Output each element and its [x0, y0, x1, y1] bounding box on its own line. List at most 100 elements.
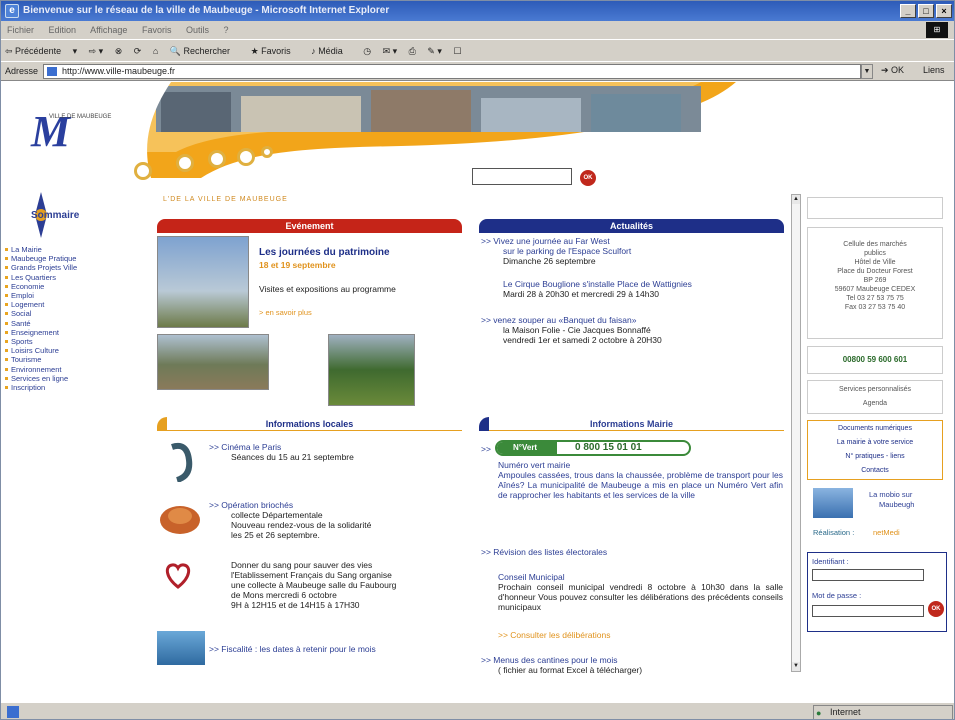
search-button[interactable]: 🔍 Rechercher — [170, 46, 239, 56]
stop-icon[interactable]: ⊗ — [115, 46, 123, 56]
brioches-link[interactable]: >> Opération briochés — [209, 500, 293, 510]
go-button[interactable]: ➔ OK — [881, 65, 904, 76]
address-input[interactable]: http://www.ville-maubeuge.fr — [43, 64, 861, 79]
links-button[interactable]: Liens — [923, 65, 945, 75]
mairie-service-link[interactable]: La mairie à votre service — [808, 438, 942, 447]
mobio-image[interactable] — [813, 488, 853, 518]
login-label: Identifiant : — [812, 557, 849, 566]
contacts-link[interactable]: Contacts — [808, 466, 942, 475]
site-search-ok-button[interactable]: OK — [580, 170, 596, 186]
menu-item[interactable]: Social — [5, 309, 77, 318]
menu-item[interactable]: Santé — [5, 319, 77, 328]
refresh-icon[interactable]: ⟳ — [134, 46, 142, 56]
menu-item[interactable]: Tourisme — [5, 355, 77, 364]
menu-item[interactable]: Les Quartiers — [5, 273, 77, 282]
back-button[interactable]: ⇦ Précédente ▾ — [5, 46, 77, 56]
menu-outils[interactable]: Outils — [186, 25, 209, 35]
circle-icon — [208, 150, 226, 168]
menu-item[interactable]: Maubeuge Pratique — [5, 254, 77, 263]
cm-text: Prochain conseil municipal vendredi 8 oc… — [498, 582, 783, 612]
login-input[interactable] — [812, 569, 924, 581]
don-sang-line1[interactable]: Donner du sang pour sauver des vies — [231, 560, 372, 570]
cm-deliberations-link[interactable]: >> Consulter les délibérations — [498, 630, 610, 640]
menu-edition[interactable]: Edition — [49, 25, 77, 35]
services-box: Services personnalisés Agenda — [807, 380, 943, 414]
realisation-label: Réalisation : — [813, 528, 855, 537]
cellule-line: BP 269 — [863, 277, 887, 284]
fiscalite-link[interactable]: >> Fiscalité : les dates à retenir pour … — [209, 644, 376, 654]
menus-link[interactable]: >> Menus des cantines pour le mois — [481, 655, 618, 665]
forward-button[interactable]: ⇨ ▾ — [89, 46, 104, 56]
windmill-photo — [157, 236, 249, 328]
close-button[interactable]: × — [936, 4, 952, 18]
actu-2-title[interactable]: Le Cirque Bouglione s'installe Place de … — [503, 279, 692, 289]
heart-icon — [165, 563, 191, 589]
menu-item[interactable]: Emploi — [5, 291, 77, 300]
infos-locales-header: Informations locales — [157, 417, 462, 431]
menu-item[interactable]: Services en ligne — [5, 374, 77, 383]
scroll-down-icon[interactable]: ▼ — [792, 662, 800, 671]
numero-vert-badge[interactable]: N°Vert 0 800 15 01 01 — [495, 440, 691, 456]
browser-window: e Bienvenue sur le réseau de la ville de… — [0, 0, 955, 720]
event-title[interactable]: Les journées du patrimoine — [259, 248, 390, 258]
cellule-line: publics — [864, 250, 886, 257]
go-label: OK — [891, 65, 905, 75]
sommaire-title: Sommaire — [31, 210, 80, 221]
history-icon[interactable]: ◷ — [363, 46, 371, 56]
search-label: Rechercher — [183, 46, 231, 56]
nv-title: Numéro vert mairie — [498, 460, 571, 470]
right-top-box — [807, 197, 943, 219]
menu-item[interactable]: Enseignement — [5, 328, 77, 337]
menu-favoris[interactable]: Favoris — [142, 25, 172, 35]
actu-3-title[interactable]: >> venez souper au «Banquet du faisan» — [481, 315, 636, 325]
cellule-line: Cellule des marchés — [843, 241, 907, 248]
agenda-link[interactable]: Agenda — [808, 399, 942, 408]
film-reel-icon — [171, 442, 193, 482]
services-link[interactable]: Services personnalisés — [808, 385, 942, 394]
discuss-icon[interactable]: ☐ — [453, 46, 461, 56]
menu-fichier[interactable]: Fichier — [7, 25, 34, 35]
docs-link[interactable]: Documents numériques — [808, 424, 942, 433]
menu-affichage[interactable]: Affichage — [90, 25, 127, 35]
edit-icon[interactable]: ✎ ▾ — [427, 46, 442, 56]
infos-mairie-header: Informations Mairie — [479, 417, 784, 431]
pratiques-link[interactable]: N° pratiques - liens — [808, 452, 942, 461]
cinema-link[interactable]: >> Cinéma le Paris — [209, 442, 281, 452]
revision-link[interactable]: >> Révision des listes électorales — [481, 547, 607, 557]
address-dropdown-icon[interactable]: ▼ — [861, 64, 873, 79]
menu-item[interactable]: Environnement — [5, 365, 77, 374]
security-zone: ● Internet — [813, 705, 953, 719]
phone-number[interactable]: 00800 59 600 601 — [807, 346, 943, 374]
print-icon[interactable]: ⎙ — [409, 46, 416, 56]
menu-item[interactable]: Sports — [5, 337, 77, 346]
cinema-desc: Séances du 15 au 21 septembre — [231, 452, 354, 462]
site-search-input[interactable] — [472, 168, 572, 185]
circle-icon — [134, 162, 152, 180]
menu-item[interactable]: Loisirs Culture — [5, 346, 77, 355]
favorites-button[interactable]: ★ Favoris — [251, 46, 300, 56]
circle-icon — [176, 154, 194, 172]
actu-1-title[interactable]: >> Vivez une journée au Far West — [481, 236, 610, 246]
menu-help[interactable]: ? — [224, 25, 229, 35]
scroll-up-icon[interactable]: ▲ — [792, 195, 800, 204]
minimize-button[interactable]: _ — [900, 4, 916, 18]
menu-item[interactable]: Logement — [5, 300, 77, 309]
menu-item[interactable]: Economie — [5, 282, 77, 291]
mobio-label[interactable]: La mobio sur — [869, 490, 912, 500]
password-input[interactable] — [812, 605, 924, 617]
media-label: Média — [318, 46, 343, 56]
realisation-link[interactable]: netMedi — [873, 528, 900, 538]
numero-vert-arrow: >> — [481, 444, 491, 454]
event-dates: 18 et 19 septembre — [259, 260, 336, 270]
mail-icon[interactable]: ✉ ▾ — [383, 46, 398, 56]
menu-item[interactable]: La Mairie — [5, 245, 77, 254]
menu-item[interactable]: Grands Projets Ville — [5, 263, 77, 272]
login-ok-button[interactable]: OK — [928, 601, 944, 617]
maximize-button[interactable]: □ — [918, 4, 934, 18]
menu-item[interactable]: Inscription — [5, 383, 77, 392]
event-more-link[interactable]: > en savoir plus — [259, 308, 312, 318]
home-icon[interactable]: ⌂ — [153, 46, 158, 56]
media-button[interactable]: ♪ Média — [311, 46, 352, 56]
event-desc: Visites et expositions au programme — [259, 284, 396, 294]
content-scrollbar[interactable]: ▲ ▼ — [791, 194, 801, 672]
